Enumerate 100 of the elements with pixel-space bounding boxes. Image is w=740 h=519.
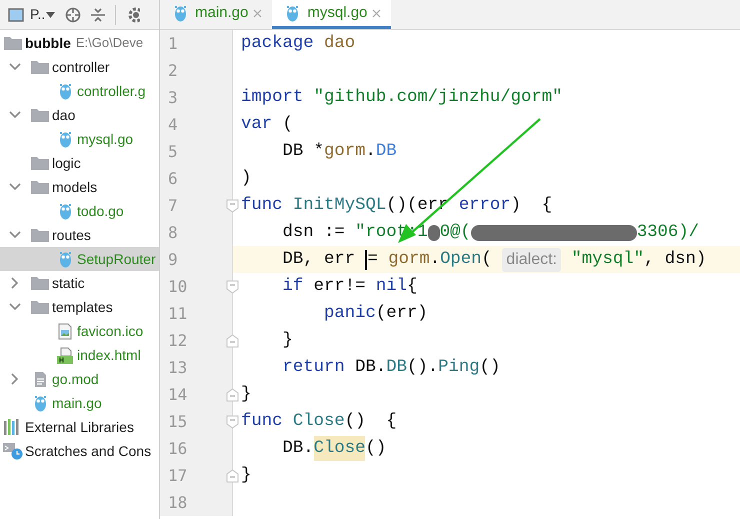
keyword: return — [282, 356, 345, 379]
tree-item[interactable]: logic — [52, 152, 81, 174]
string-literal: "mysql" — [571, 248, 644, 271]
code-text: } — [241, 464, 252, 487]
keyword: import — [241, 86, 304, 109]
tree-item[interactable]: External Libraries — [25, 416, 134, 438]
chevron-down-icon[interactable] — [9, 231, 21, 239]
tree-item[interactable]: routes — [52, 224, 91, 246]
code-text: dsn := — [282, 222, 345, 244]
locate-icon[interactable] — [65, 6, 82, 22]
line-number: 14 — [168, 384, 188, 406]
line-number: 13 — [168, 356, 188, 378]
tree-item[interactable]: main.go — [52, 392, 102, 414]
editor-tab[interactable]: mysql.go — [272, 0, 392, 29]
folder-icon — [31, 300, 49, 314]
folder-icon — [31, 180, 49, 194]
tree-item[interactable]: Scratches and Cons — [25, 440, 152, 462]
line-number: 7 — [168, 194, 178, 216]
tree-item[interactable]: models — [52, 176, 98, 198]
chevron-right-icon[interactable] — [11, 277, 19, 289]
tree-item[interactable]: controller — [52, 56, 110, 78]
scratch-file-icon — [3, 442, 23, 460]
tree-item[interactable]: favicon.ico — [77, 320, 144, 342]
keyword: package — [241, 32, 314, 55]
chevron-down-icon[interactable] — [9, 63, 21, 71]
code-text: ( — [282, 114, 293, 136]
folder-icon — [31, 60, 49, 74]
caret-icon[interactable] — [46, 12, 56, 18]
tree-item[interactable]: static — [52, 272, 85, 294]
code-text: . — [365, 140, 376, 163]
project-view-icon[interactable] — [8, 8, 24, 22]
tree-item[interactable]: go.mod — [52, 368, 99, 390]
chevron-down-icon[interactable] — [9, 111, 21, 119]
code-text: = — [367, 248, 378, 271]
gopher-icon — [34, 394, 46, 412]
function-name: Close — [292, 410, 345, 433]
function-name: Open — [440, 248, 482, 271]
line-number: 5 — [168, 140, 178, 162]
string-literal: 3306)/ — [636, 222, 700, 244]
code-text: . — [430, 248, 440, 271]
path-hint: E:\Go\Deve — [76, 34, 144, 52]
view-dropdown[interactable]: P.. — [30, 4, 56, 25]
folder-icon — [31, 108, 49, 122]
tree-item[interactable]: controller.g — [77, 80, 146, 102]
tree-item[interactable]: index.html — [77, 344, 141, 366]
tree-item[interactable]: templates — [52, 296, 113, 318]
line-number: 10 — [168, 276, 188, 298]
code-text: (). — [406, 356, 438, 379]
redaction-blob — [428, 224, 440, 240]
fold-marker-icon[interactable] — [226, 388, 239, 402]
line-number: 12 — [168, 330, 188, 352]
code-text: , dsn) — [644, 248, 706, 271]
line-number: 3 — [168, 86, 178, 108]
line-number: 16 — [168, 438, 188, 460]
fold-marker-icon[interactable] — [226, 414, 239, 428]
function-name: Ping — [438, 356, 480, 379]
line-number: 9 — [168, 248, 178, 270]
close-icon[interactable] — [372, 8, 382, 18]
chevron-down-icon[interactable] — [9, 183, 21, 191]
collapse-all-icon[interactable] — [91, 6, 106, 22]
fold-marker-icon[interactable] — [226, 280, 239, 294]
code-text: ) — [241, 168, 252, 190]
tree-item[interactable]: mysql.go — [77, 128, 134, 150]
keyword: error — [458, 194, 511, 217]
line-number: 4 — [168, 114, 178, 136]
fold-marker-icon[interactable] — [226, 334, 239, 348]
close-icon[interactable] — [253, 8, 262, 18]
keyword: panic — [324, 302, 376, 325]
line-number: 1 — [168, 32, 178, 54]
gopher-icon — [58, 250, 72, 268]
tree-item[interactable]: bubble — [25, 32, 71, 54]
line-number: 8 — [168, 222, 178, 244]
fold-marker-icon[interactable] — [226, 468, 239, 482]
code-text: DB. — [282, 438, 314, 460]
editor-tab[interactable]: main.go — [160, 0, 272, 29]
parameter-hint: dialect: — [502, 248, 561, 272]
chevron-right-icon[interactable] — [11, 373, 19, 385]
package-name: gorm — [324, 140, 366, 163]
settings-icon[interactable] — [126, 6, 140, 22]
function-name: DB — [386, 356, 407, 379]
string-literal: "github.com/jinzhu/gorm" — [314, 86, 562, 109]
tree-item[interactable]: todo.go — [77, 200, 124, 222]
code-text: err!= — [314, 276, 366, 298]
code-text: ( — [482, 248, 492, 271]
folder-icon — [31, 156, 49, 170]
fold-marker-icon[interactable] — [226, 198, 239, 212]
html-file-icon — [57, 346, 73, 364]
folder-icon — [31, 276, 49, 290]
code-text: DB, err — [282, 248, 356, 271]
line-number: 6 — [168, 168, 178, 190]
chevron-down-icon[interactable] — [9, 303, 21, 311]
line-number: 17 — [168, 464, 188, 486]
tree-item[interactable]: dao — [52, 104, 76, 126]
type-name: DB — [376, 140, 397, 163]
package-name: gorm — [388, 248, 430, 271]
keyword: var — [241, 114, 272, 136]
line-number: 18 — [168, 492, 188, 514]
code-text: () — [480, 356, 500, 379]
package-name: dao — [324, 32, 356, 55]
code-text: () — [365, 438, 386, 460]
